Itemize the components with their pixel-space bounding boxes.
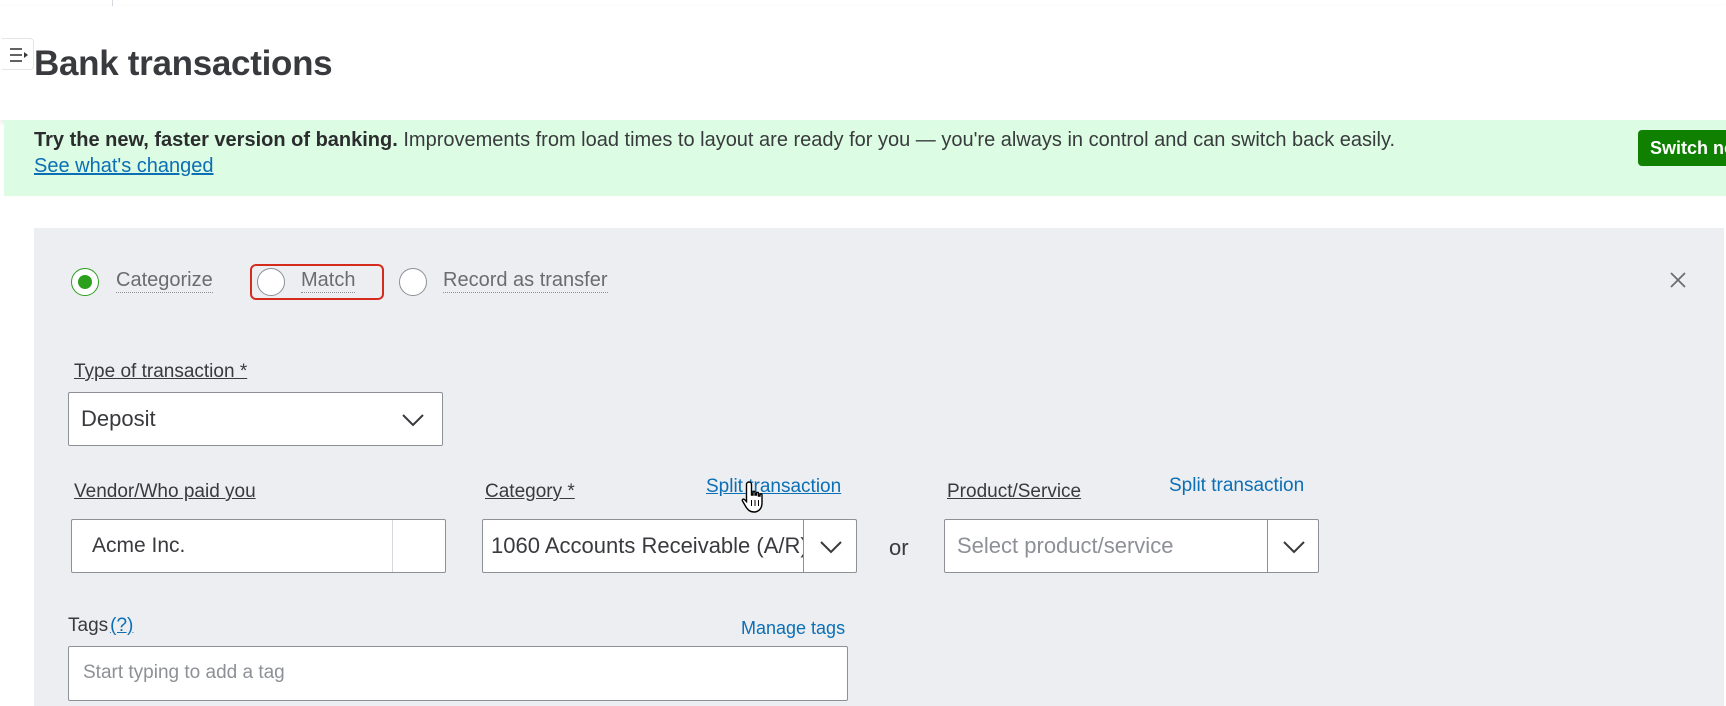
vendor-input[interactable]: Acme Inc. [71,519,446,573]
tags-input[interactable]: Start typing to add a tag [68,646,848,701]
category-select-divider [803,520,804,572]
banner-bold-text: Try the new, faster version of banking. [34,129,398,151]
tags-label: Tags [68,615,109,636]
new-banking-banner: Try the new, faster version of banking. … [4,120,1726,196]
category-label: Category * [485,481,575,502]
match-radio[interactable] [257,268,285,296]
page-header: Bank transactions [0,6,1726,120]
sidebar-toggle-button[interactable] [2,38,34,70]
chevron-down-icon [402,414,424,427]
chevron-down-icon [820,541,842,554]
see-whats-changed-link[interactable]: See what's changed [34,155,214,178]
vendor-input-divider [392,520,393,572]
product-select-divider [1267,520,1268,572]
category-split-transaction-link[interactable]: Split transaction [706,476,841,498]
page-title: Bank transactions [34,44,333,83]
hand-pointer-icon [741,481,763,513]
switch-now-button[interactable]: Switch now [1638,130,1726,166]
match-label[interactable]: Match [301,268,356,293]
product-service-placeholder: Select product/service [957,533,1174,558]
product-split-transaction-link[interactable]: Split transaction [1169,475,1304,497]
record-as-transfer-label[interactable]: Record as transfer [443,268,608,293]
vendor-value: Acme Inc. [92,534,186,557]
chevron-down-icon [1283,541,1305,554]
type-of-transaction-select[interactable]: Deposit [68,392,443,446]
tags-placeholder: Start typing to add a tag [83,662,285,683]
banner-body-text: Improvements from load times to layout a… [397,129,1396,151]
tags-label-group: Tags (?) [68,615,133,637]
or-separator: or [889,535,909,560]
categorize-label[interactable]: Categorize [116,268,213,293]
category-select[interactable]: 1060 Accounts Receivable (A/R) [482,519,857,573]
menu-collapse-icon [10,48,28,62]
category-value: 1060 Accounts Receivable (A/R) [491,533,803,558]
vendor-label: Vendor/Who paid you [74,481,256,502]
manage-tags-link[interactable]: Manage tags [741,618,845,639]
close-icon[interactable] [1668,270,1688,290]
categorize-radio[interactable] [71,268,99,296]
type-of-transaction-value: Deposit [81,406,156,431]
tags-help-link[interactable]: (?) [110,615,133,636]
banner-message: Try the new, faster version of banking. … [34,129,1395,152]
product-service-select[interactable]: Select product/service [944,519,1319,573]
record-as-transfer-radio[interactable] [399,268,427,296]
product-service-label: Product/Service [947,481,1082,502]
type-of-transaction-label: Type of transaction * [74,361,248,382]
